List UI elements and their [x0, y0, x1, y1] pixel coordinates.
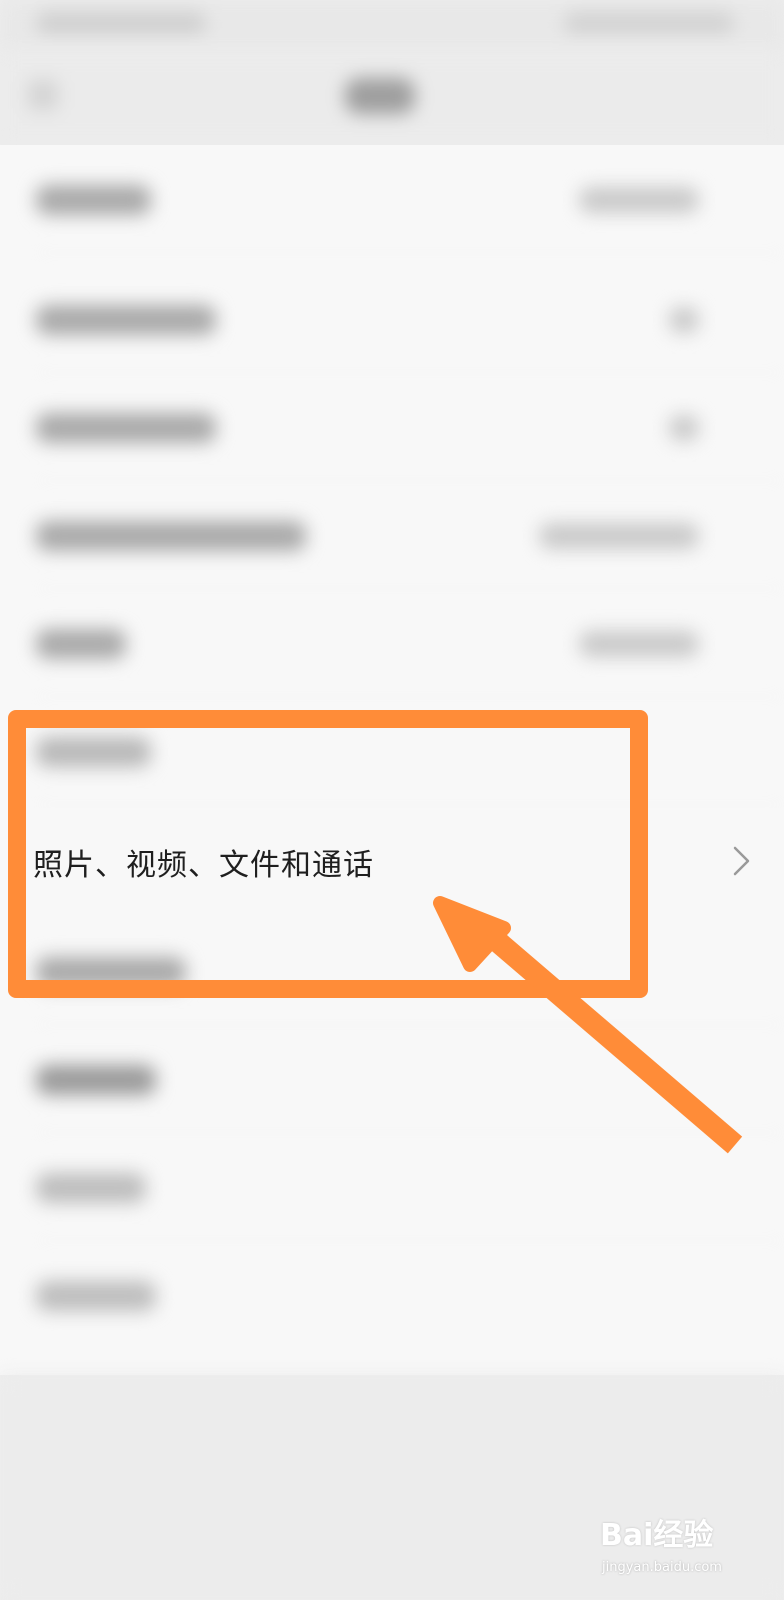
settings-row[interactable] — [0, 589, 784, 697]
settings-row[interactable] — [0, 481, 784, 589]
row-divider — [36, 252, 784, 253]
settings-row-label — [36, 305, 216, 335]
back-icon[interactable] — [28, 80, 58, 110]
settings-row-label — [36, 1281, 156, 1311]
status-bar-right-content — [564, 12, 734, 34]
settings-row[interactable] — [0, 1133, 784, 1241]
settings-row-label — [36, 521, 306, 551]
settings-row-label — [36, 185, 151, 215]
status-bar — [0, 0, 784, 50]
phone-screen: 照片、视频、文件和通话 Bai经验 jingyan.baidu.com — [0, 0, 784, 1600]
watermark-brand: Bai经验 — [600, 1518, 714, 1553]
annotation-highlight-box — [8, 710, 648, 998]
settings-row-value — [539, 523, 699, 549]
settings-row[interactable] — [0, 145, 784, 253]
settings-row-value — [579, 187, 699, 213]
settings-row[interactable] — [0, 373, 784, 481]
watermark-site: jingyan.baidu.com — [602, 1560, 722, 1575]
settings-row-value — [579, 631, 699, 657]
status-bar-left-content — [36, 12, 206, 34]
settings-row-label — [36, 1065, 156, 1095]
page-title — [345, 78, 415, 114]
settings-row[interactable] — [0, 1025, 784, 1133]
baidu-jingyan-watermark: Bai经验 jingyan.baidu.com — [600, 1510, 770, 1590]
settings-row-value — [669, 415, 699, 441]
settings-row-label — [36, 1173, 146, 1203]
settings-row-label — [36, 413, 216, 443]
settings-row[interactable] — [0, 265, 784, 373]
settings-row-value — [669, 307, 699, 333]
navigation-bar — [0, 50, 784, 145]
settings-row[interactable] — [0, 1241, 784, 1349]
settings-row-label — [36, 629, 126, 659]
chevron-right-icon — [733, 846, 750, 876]
